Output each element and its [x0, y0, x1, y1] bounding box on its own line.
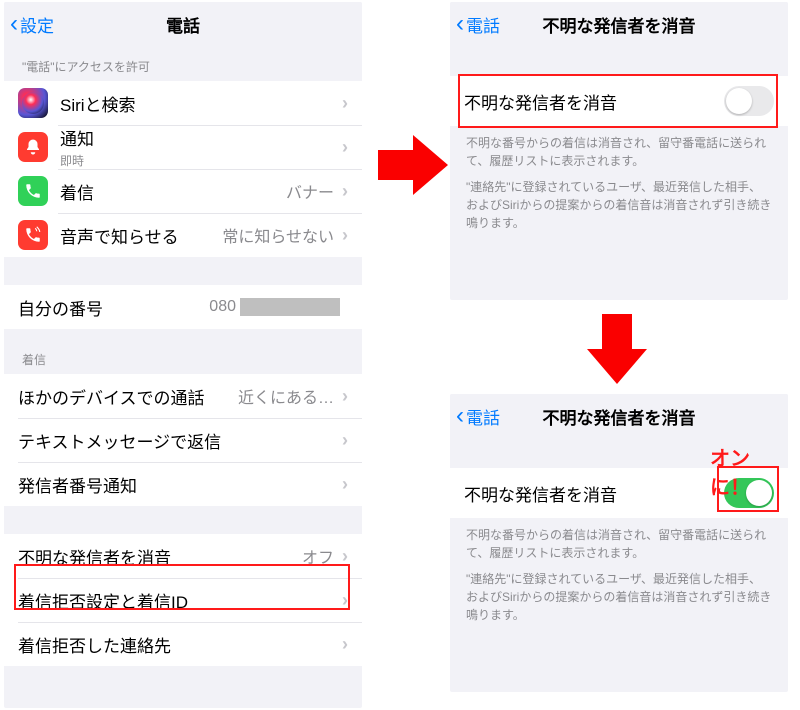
back-button[interactable]: ‹ 設定	[4, 12, 54, 37]
cell-label: 不明な発信者を消音	[464, 481, 724, 506]
chevron-right-icon: ›	[342, 93, 348, 114]
silence-unknown-screen-on: ‹ 電話 不明な発信者を消音 不明な発信者を消音 不明な番号からの着信は消音され…	[450, 394, 788, 692]
cell-label: Siriと検索	[60, 91, 342, 116]
section-header-incoming: 着信	[4, 329, 362, 374]
cell-value: 近くにある…	[238, 384, 334, 408]
incoming-calls-cell[interactable]: 着信 バナー ›	[4, 169, 362, 213]
navbar: ‹ 電話 不明な発信者を消音	[450, 394, 788, 438]
description-text-1: 不明な番号からの着信は消音され、留守番電話に送られて、履歴リストに表示されます。	[450, 126, 788, 170]
access-group: Siriと検索 › 通知 即時 › 着信 バナー › 音声で知らせる	[4, 81, 362, 257]
phone-settings-screen: ‹ 設定 電話 "電話"にアクセスを許可 Siriと検索 › 通知 即時 › 着…	[4, 2, 362, 708]
cell-value: 常に知らせない	[222, 223, 334, 247]
description-text-2: "連絡先"に登録されているユーザ、最近発信した相手、およびSiriからの提案から…	[450, 170, 788, 232]
phone-icon	[18, 176, 48, 206]
redacted-mask	[240, 298, 340, 316]
navbar: ‹ 設定 電話	[4, 2, 362, 46]
chevron-left-icon: ‹	[456, 12, 464, 36]
chevron-right-icon: ›	[342, 474, 348, 495]
blocked-contacts-cell[interactable]: 着信拒否した連絡先 ›	[4, 622, 362, 666]
cell-label: 通知	[60, 125, 342, 150]
siri-icon	[18, 88, 48, 118]
back-label: 電話	[466, 404, 500, 429]
notification-icon	[18, 132, 48, 162]
respond-with-text-cell[interactable]: テキストメッセージで返信 ›	[4, 418, 362, 462]
call-blocking-id-cell[interactable]: 着信拒否設定と着信ID ›	[4, 578, 362, 622]
cell-label: 不明な発信者を消音	[18, 544, 302, 569]
chevron-left-icon: ‹	[10, 12, 18, 36]
back-label: 設定	[20, 12, 54, 37]
cell-label: 着信拒否した連絡先	[18, 632, 342, 657]
cell-label: テキストメッセージで返信	[18, 428, 342, 453]
chevron-left-icon: ‹	[456, 404, 464, 428]
page-title: 不明な発信者を消音	[450, 404, 788, 429]
notifications-cell[interactable]: 通知 即時 ›	[4, 125, 362, 169]
cell-label: 不明な発信者を消音	[464, 89, 724, 114]
announce-calls-cell[interactable]: 音声で知らせる 常に知らせない ›	[4, 213, 362, 257]
chevron-right-icon: ›	[342, 181, 348, 202]
toggle-group: 不明な発信者を消音	[450, 76, 788, 126]
announce-icon	[18, 220, 48, 250]
annotation-callout: オンに！	[710, 442, 788, 500]
chevron-right-icon: ›	[342, 430, 348, 451]
chevron-right-icon: ›	[342, 225, 348, 246]
mynumber-group: 自分の番号 080	[4, 285, 362, 329]
calls-on-other-devices-cell[interactable]: ほかのデバイスでの通話 近くにある… ›	[4, 374, 362, 418]
description-text-1: 不明な番号からの着信は消音され、留守番電話に送られて、履歴リストに表示されます。	[450, 518, 788, 562]
siri-search-cell[interactable]: Siriと検索 ›	[4, 81, 362, 125]
chevron-right-icon: ›	[342, 386, 348, 407]
silence-unknown-callers-cell[interactable]: 不明な発信者を消音 オフ ›	[4, 534, 362, 578]
arrow-right-icon	[378, 130, 448, 200]
cell-label: ほかのデバイスでの通話	[18, 384, 238, 409]
chevron-right-icon: ›	[342, 590, 348, 611]
cell-label: 発信者番号通知	[18, 472, 342, 497]
my-number-cell[interactable]: 自分の番号 080	[4, 285, 362, 329]
chevron-right-icon: ›	[342, 634, 348, 655]
cell-value: オフ	[302, 544, 334, 568]
chevron-right-icon: ›	[342, 546, 348, 567]
cell-value: バナー	[286, 179, 334, 203]
cell-label: 音声で知らせる	[60, 223, 222, 248]
caller-id-cell[interactable]: 発信者番号通知 ›	[4, 462, 362, 506]
back-label: 電話	[466, 12, 500, 37]
page-title: 不明な発信者を消音	[450, 12, 788, 37]
cell-sublabel: 即時	[60, 152, 342, 169]
arrow-down-icon	[582, 314, 652, 384]
silence-unknown-toggle[interactable]	[724, 86, 774, 116]
cell-label: 自分の番号	[18, 295, 209, 320]
back-button[interactable]: ‹ 電話	[450, 404, 500, 429]
cell-value: 080	[209, 298, 340, 316]
block-group: 不明な発信者を消音 オフ › 着信拒否設定と着信ID › 着信拒否した連絡先 ›	[4, 534, 362, 666]
cell-label: 着信拒否設定と着信ID	[18, 588, 342, 613]
back-button[interactable]: ‹ 電話	[450, 12, 500, 37]
section-header-access: "電話"にアクセスを許可	[4, 46, 362, 81]
chevron-right-icon: ›	[342, 137, 348, 158]
cell-label: 着信	[60, 179, 286, 204]
navbar: ‹ 電話 不明な発信者を消音	[450, 2, 788, 46]
incoming-group: ほかのデバイスでの通話 近くにある… › テキストメッセージで返信 › 発信者番…	[4, 374, 362, 506]
description-text-2: "連絡先"に登録されているユーザ、最近発信した相手、およびSiriからの提案から…	[450, 562, 788, 624]
silence-unknown-screen-off: ‹ 電話 不明な発信者を消音 不明な発信者を消音 不明な番号からの着信は消音され…	[450, 2, 788, 300]
page-title: 電話	[4, 12, 362, 37]
silence-unknown-toggle-row: 不明な発信者を消音	[450, 76, 788, 126]
